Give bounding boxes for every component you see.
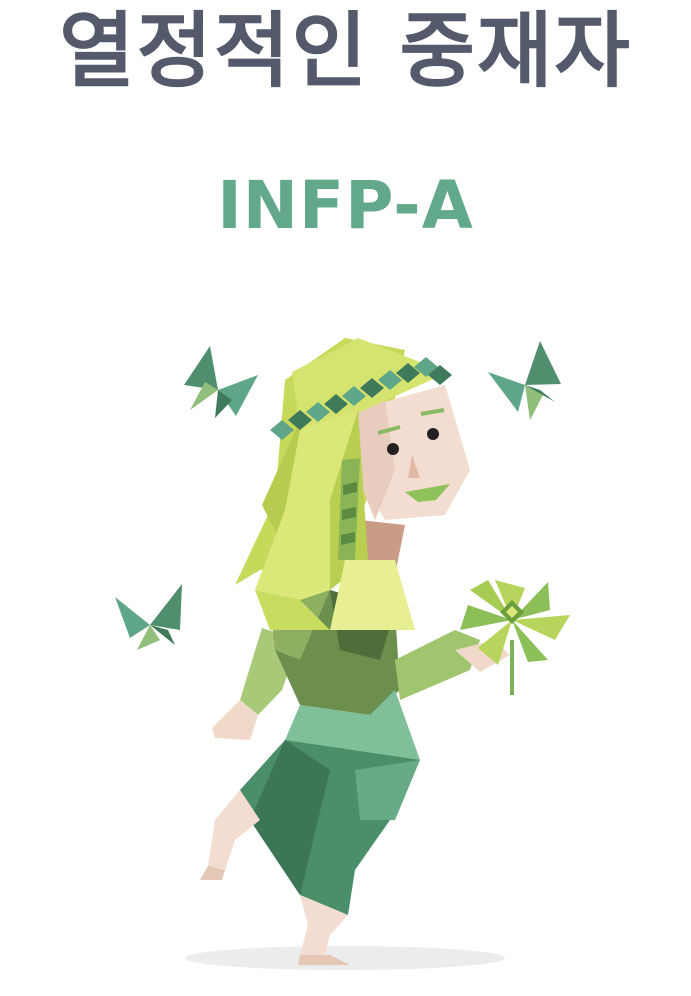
butterfly-icon-right-top <box>488 341 561 420</box>
flower-icon <box>460 580 570 695</box>
butterfly-icon-left-bottom <box>115 584 182 650</box>
butterfly-icon-left-top <box>184 346 258 418</box>
ground-shadow <box>185 946 505 970</box>
left-eye <box>387 443 399 455</box>
mediator-illustration <box>115 338 570 970</box>
right-eye <box>427 428 439 440</box>
front-arm <box>395 630 480 700</box>
personality-type-code: INFP-A <box>217 167 474 244</box>
personality-title: 열정적인 중재자 <box>59 4 632 99</box>
